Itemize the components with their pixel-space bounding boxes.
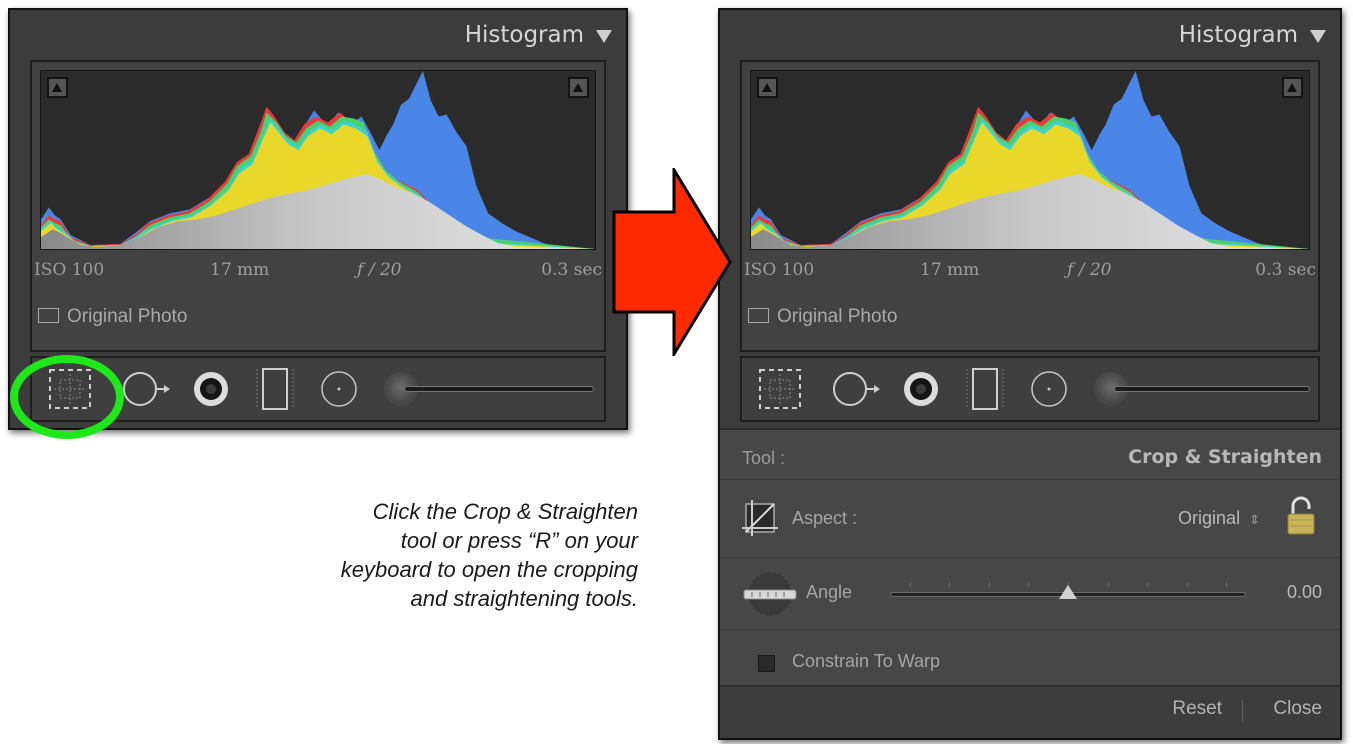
crop-icon	[759, 369, 801, 409]
histogram-header[interactable]: Histogram	[10, 10, 626, 60]
original-photo-toggle[interactable]: Original Photo	[38, 306, 187, 330]
angle-slider-tick	[949, 582, 950, 587]
caption-line: keyboard to open the cropping	[340, 557, 638, 582]
exif-info: ISO 100 17 mm ƒ / 20 0.3 sec	[742, 260, 1318, 288]
highlight-clipping-button[interactable]	[568, 77, 589, 98]
button-separator	[1242, 700, 1243, 722]
red-arrow-annotation	[612, 168, 732, 356]
angle-slider-tick	[989, 582, 990, 587]
angle-slider-tick	[1147, 582, 1148, 587]
graduated-filter-tool-button[interactable]	[960, 358, 1010, 420]
red-eye-icon	[194, 372, 228, 406]
caption-line: Click the Crop & Straighten	[372, 499, 638, 524]
develop-panel-right: Histogram ISO 100 17 mm ƒ / 20 0.3 sec O…	[718, 8, 1342, 740]
crop-overlay-icon[interactable]	[742, 498, 782, 538]
angle-slider[interactable]	[890, 582, 1246, 600]
angle-tool-icon[interactable]	[742, 570, 798, 618]
adjustment-brush-slider[interactable]	[404, 386, 594, 392]
shutter-speed-value: 0.3 sec	[541, 260, 602, 280]
constrain-to-warp-label[interactable]: Constrain To Warp	[792, 651, 940, 672]
histogram-title: Histogram	[464, 22, 584, 48]
histogram-box: ISO 100 17 mm ƒ / 20 0.3 sec Original Ph…	[30, 60, 606, 352]
spot-removal-icon	[123, 372, 170, 406]
histogram-plot	[751, 71, 1309, 249]
radial-filter-icon	[1031, 371, 1067, 407]
aperture-value: ƒ / 20	[1067, 260, 1112, 280]
aspect-row: Aspect : Original ⇕	[720, 480, 1340, 558]
red-eye-icon	[904, 372, 938, 406]
disclosure-triangle-icon[interactable]	[1310, 30, 1326, 43]
histogram-graph	[40, 70, 596, 250]
histogram-layers	[751, 71, 1309, 249]
red-eye-tool-button[interactable]	[896, 358, 946, 420]
exif-info: ISO 100 17 mm ƒ / 20 0.3 sec	[32, 260, 604, 288]
original-photo-checkbox[interactable]	[38, 308, 59, 323]
angle-slider-tick	[910, 582, 911, 587]
focal-length-value: 17 mm	[920, 260, 980, 280]
angle-label: Angle	[806, 582, 853, 602]
iso-value: ISO 100	[34, 260, 105, 280]
red-eye-tool-button[interactable]	[186, 358, 236, 420]
aspect-select[interactable]: Original ⇕	[1178, 508, 1260, 529]
angle-row: Angle 0.00	[720, 558, 1340, 630]
histogram-layers	[41, 71, 595, 249]
angle-slider-tick	[1187, 582, 1188, 587]
adjustment-brush-slider[interactable]	[1114, 386, 1310, 392]
radial-filter-tool-button[interactable]	[314, 358, 364, 420]
chevron-updown-icon: ⇕	[1249, 512, 1260, 527]
radial-filter-tool-button[interactable]	[1024, 358, 1074, 420]
aspect-value: Original	[1178, 508, 1241, 528]
disclosure-triangle-icon[interactable]	[596, 30, 612, 43]
graduated-filter-tool-button[interactable]	[250, 358, 300, 420]
shutter-speed-value: 0.3 sec	[1255, 260, 1316, 280]
instruction-caption: Click the Crop & Straighten tool or pres…	[238, 497, 638, 613]
close-button[interactable]: Close	[1273, 698, 1322, 720]
spot-removal-tool-button[interactable]	[826, 358, 886, 420]
histogram-plot	[41, 71, 595, 249]
original-photo-label: Original Photo	[777, 306, 898, 327]
original-photo-toggle[interactable]: Original Photo	[748, 306, 897, 330]
graduated-filter-icon	[966, 368, 1004, 410]
histogram-title: Histogram	[1178, 22, 1298, 48]
tool-label: Tool :	[742, 448, 786, 468]
histogram-graph	[750, 70, 1310, 250]
angle-slider-tick	[1028, 582, 1029, 587]
histogram-header[interactable]: Histogram	[720, 10, 1340, 60]
original-photo-label: Original Photo	[67, 306, 188, 327]
crop-panel-footer	[720, 685, 1340, 738]
lock-icon[interactable]	[1284, 494, 1318, 538]
iso-value: ISO 100	[744, 260, 815, 280]
highlight-clipping-button[interactable]	[1282, 77, 1303, 98]
tool-value: Crop & Straighten	[1128, 446, 1322, 468]
crop-straighten-panel: Tool : Crop & Straighten Aspect : Origin…	[720, 428, 1340, 738]
tool-strip	[740, 356, 1320, 422]
tool-row: Tool : Crop & Straighten	[720, 430, 1340, 480]
green-highlight-circle	[10, 355, 124, 439]
original-photo-checkbox[interactable]	[748, 308, 769, 323]
radial-filter-icon	[321, 371, 357, 407]
reset-button[interactable]: Reset	[1172, 698, 1222, 720]
graduated-filter-icon	[256, 368, 294, 410]
caption-line: tool or press “R” on your	[400, 528, 638, 553]
shadow-clipping-button[interactable]	[757, 77, 778, 98]
angle-slider-tick	[1226, 582, 1227, 587]
angle-slider-thumb[interactable]	[1059, 585, 1077, 599]
angle-value[interactable]: 0.00	[1287, 582, 1322, 603]
spot-removal-tool-button[interactable]	[116, 358, 176, 420]
focal-length-value: 17 mm	[210, 260, 270, 280]
shadow-clipping-button[interactable]	[47, 77, 68, 98]
constrain-to-warp-checkbox[interactable]	[758, 655, 775, 672]
angle-slider-tick	[1108, 582, 1109, 587]
caption-line: and straightening tools.	[410, 586, 639, 611]
spot-removal-icon	[833, 372, 880, 406]
aspect-label: Aspect :	[792, 508, 858, 528]
crop-tool-button[interactable]	[756, 358, 806, 420]
aperture-value: ƒ / 20	[357, 260, 402, 280]
histogram-box: ISO 100 17 mm ƒ / 20 0.3 sec Original Ph…	[740, 60, 1320, 352]
